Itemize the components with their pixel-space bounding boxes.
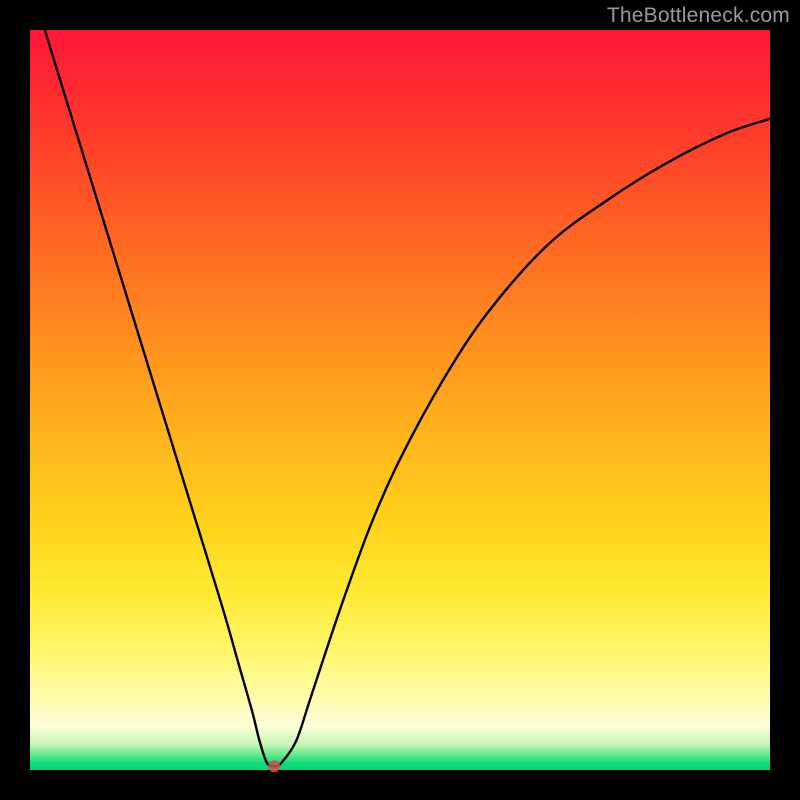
curve-svg [30,30,770,770]
chart-stage: TheBottleneck.com [0,0,800,800]
plot-area [30,30,770,770]
minimum-marker [268,760,280,772]
watermark-text: TheBottleneck.com [607,4,790,28]
bottleneck-curve-path [45,30,770,766]
